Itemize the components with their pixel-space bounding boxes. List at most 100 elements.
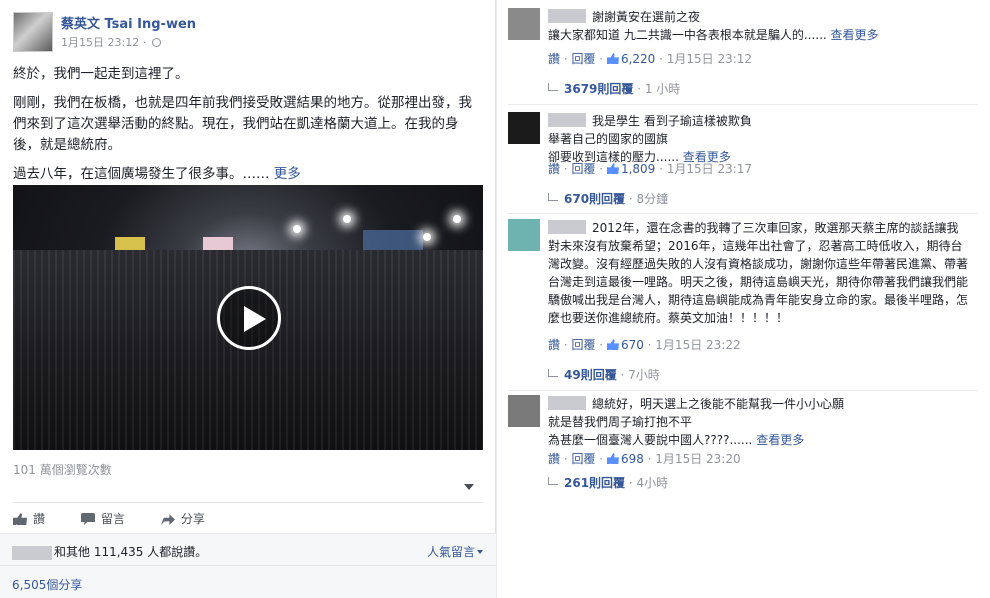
comment-text: 我是學生 看到子瑜這樣被欺負 [592,114,752,128]
comment-timestamp[interactable]: 1月15日 23:12 [667,52,752,66]
reply-arrow-icon [548,193,558,201]
comment-text: 舉著自己的國家的國旗 [548,132,669,146]
comment-line: 就是替我們周子瑜打抱不平 [548,413,968,431]
post-paragraph: 終於，我們一起走到這裡了。 [13,66,189,82]
view-replies-link[interactable]: 3679則回覆 [564,82,633,96]
comment-text: 2012年，還在念書的我轉了三次車回家，敗選那天蔡主席的談話讓我對未來沒有放棄希… [548,221,969,325]
comment-icon [81,513,95,525]
thumbs-up-icon [606,339,619,350]
page-name-link[interactable]: 蔡英文 Tsai Ing-wen [61,13,196,32]
comment-timestamp[interactable]: 1月15日 23:20 [655,452,740,466]
comment-like-count[interactable]: 1,809 [606,162,656,176]
thumbs-up-icon [606,53,619,64]
commenter-avatar[interactable] [508,112,540,144]
redacted-name [12,545,52,560]
likes-summary: 和其他 111,435 人都說讚。 人氣留言 [0,533,496,565]
view-count: 101 萬個瀏覽次數 [13,463,112,477]
play-icon[interactable] [217,286,281,350]
comment-label: 留言 [101,512,126,526]
crowd-image [13,250,483,450]
commenter-name[interactable] [548,9,586,23]
view-replies-link[interactable]: 670則回覆 [564,192,625,206]
view-replies-link[interactable]: 261則回覆 [564,476,625,490]
comment-meta: 讚 · 回覆 · 6,220 · 1月15日 23:12 [548,52,753,66]
commenter-avatar[interactable] [508,8,540,40]
post-paragraph: 剛剛，我們在板橋，也就是四年前我們接受敗選結果的地方。從那裡出發，我們來到了這次… [13,95,472,153]
see-more-link[interactable]: 查看更多 [756,433,804,447]
comment-timestamp[interactable]: 1月15日 23:22 [655,338,740,352]
comment-like-button[interactable]: 讚 [548,452,560,466]
globe-icon[interactable] [151,38,161,47]
replies-row: 261則回覆 · 4小時 [548,474,668,491]
share-button[interactable]: 分享 [161,510,205,527]
comment-body: 我是學生 看到子瑜這樣被欺負 舉著自己的國家的國旗 卻要收到這樣的壓力...... … [548,112,968,166]
meta-separator: · [142,36,147,49]
commenter-avatar[interactable] [508,219,540,251]
page-avatar[interactable] [13,12,53,52]
comment-text: 總統好，明天選上之後能不能幫我一件小小心願 [592,397,845,411]
comment-divider [508,213,978,214]
comment-like-count[interactable]: 698 [606,452,644,466]
reply-arrow-icon [548,83,558,91]
see-more-link[interactable]: 更多 [274,166,301,182]
comment-reply-button[interactable]: 回覆 [571,52,595,66]
commenter-name[interactable] [548,396,586,410]
reply-time: 4小時 [636,476,669,490]
comment-timestamp[interactable]: 1月15日 23:17 [667,162,752,176]
comment-line: 謝謝黃安在選前之夜 [548,8,968,26]
stage-light [453,215,461,223]
comments-panel: 謝謝黃安在選前之夜讓大家都知道 九二共識一中各表根本就是騙人的...... 查看… [497,0,990,598]
post-action-bar: 讚 留言 分享 [13,502,483,532]
comment-body: 謝謝黃安在選前之夜讓大家都知道 九二共識一中各表根本就是騙人的...... 查看… [548,8,968,44]
stage-light [423,233,431,241]
comment-line: 總統好，明天選上之後能不能幫我一件小小心願 [548,395,968,413]
commenter-avatar[interactable] [508,395,540,427]
reply-time: 1 小時 [644,82,681,96]
caret-down-icon [477,550,483,554]
comment-line: 為甚麼一個臺灣人要說中國人????...... 查看更多 [548,431,968,449]
comment-line: 舉著自己的國家的國旗 [548,130,968,148]
comment-reply-button[interactable]: 回覆 [571,338,595,352]
like-count: 1,809 [620,162,656,176]
comment-meta: 讚 · 回覆 · 698 · 1月15日 23:20 [548,452,741,466]
comment-body: 2012年，還在念書的我轉了三次車回家，敗選那天蔡主席的談話讓我對未來沒有放棄希… [548,219,968,327]
comment-line: 2012年，還在念書的我轉了三次車回家，敗選那天蔡主席的談話讓我對未來沒有放棄希… [548,219,968,327]
comment-text: 讓大家都知道 九二共識一中各表根本就是騙人的...... [548,28,827,42]
commenter-name[interactable] [548,113,586,127]
replies-row: 3679則回覆 · 1 小時 [548,80,680,97]
post-meta: 1月15日 23:12 · [61,34,161,50]
comment-like-count[interactable]: 670 [606,338,644,352]
comment-like-button[interactable]: 讚 [548,52,560,66]
comment-button[interactable]: 留言 [81,510,125,527]
comment-like-button[interactable]: 讚 [548,162,560,176]
video-player[interactable] [13,185,483,450]
likes-count-text: 和其他 111,435 人都說讚。 [54,545,208,559]
like-count: 670 [620,338,644,352]
reply-arrow-icon [548,477,558,485]
comment-meta: 讚 · 回覆 · 670 · 1月15日 23:22 [548,338,741,352]
see-more-link[interactable]: 查看更多 [831,28,879,42]
comment-sort-dropdown[interactable]: 人氣留言 [427,543,483,560]
comment-divider [508,104,978,105]
commenter-name[interactable] [548,220,586,234]
thumbs-up-icon [606,163,619,174]
reply-time: 8分鐘 [636,192,669,206]
post-timestamp[interactable]: 1月15日 23:12 [61,36,139,49]
comment-reply-button[interactable]: 回覆 [571,452,595,466]
sort-label: 人氣留言 [426,545,475,559]
post-paragraph: 過去八年，在這個廣場發生了很多事。…… 更多 [13,164,483,185]
view-replies-link[interactable]: 49則回覆 [564,368,617,382]
chevron-down-icon[interactable] [464,484,474,490]
post-header: 蔡英文 Tsai Ing-wen 1月15日 23:12 · [13,12,483,52]
post-card: 蔡英文 Tsai Ing-wen 1月15日 23:12 · 終於，我們一起走到… [0,0,496,598]
comment-like-button[interactable]: 讚 [548,338,560,352]
like-button[interactable]: 讚 [13,510,45,527]
shares-count-link[interactable]: 6,505個分享 [12,576,82,593]
comment-body: 總統好，明天選上之後能不能幫我一件小小心願就是替我們周子瑜打抱不平 為甚麼一個臺灣… [548,395,968,449]
likes-text[interactable]: 和其他 111,435 人都說讚。 [12,543,207,560]
comment-reply-button[interactable]: 回覆 [571,162,595,176]
comment-text: 謝謝黃安在選前之夜 [592,10,701,24]
shares-summary: 6,505個分享 [0,565,496,598]
post-text: 終於，我們一起走到這裡了。 剛剛，我們在板橋，也就是四年前我們接受敗選結果的地方… [13,64,483,193]
comment-like-count[interactable]: 6,220 [606,52,655,66]
